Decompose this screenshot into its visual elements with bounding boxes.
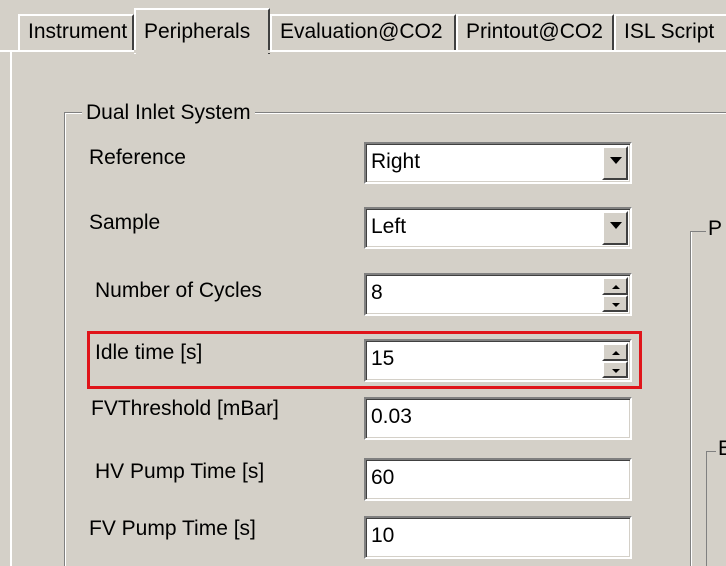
sample-label: Sample xyxy=(89,211,161,234)
highlight-box xyxy=(87,331,642,389)
cycles-spin-buttons xyxy=(602,277,628,312)
right-group-a-left-hl xyxy=(691,232,692,566)
tab-isl-script[interactable]: ISL Script xyxy=(614,14,726,50)
right-group-b-title: E xyxy=(716,437,726,461)
number-of-cycles-label: Number of Cycles xyxy=(95,279,262,302)
groupbox-left-highlight xyxy=(65,113,66,566)
hv-pump-time-label: HV Pump Time [s] xyxy=(95,460,265,483)
number-of-cycles-stepper[interactable]: 8 xyxy=(364,273,632,316)
right-group-b-left xyxy=(706,451,707,566)
tab-panel-top-edge xyxy=(0,50,726,52)
fv-pump-time-label: FV Pump Time [s] xyxy=(89,517,256,540)
active-tab-gap xyxy=(134,50,270,53)
chevron-down-icon xyxy=(610,157,622,164)
chevron-down-icon xyxy=(610,222,622,229)
cycles-decrement-button[interactable] xyxy=(602,294,628,312)
cycles-increment-button[interactable] xyxy=(602,277,628,295)
fv-pump-time-input[interactable]: 10 xyxy=(364,516,632,559)
hv-pump-time-input[interactable]: 60 xyxy=(364,458,632,501)
fv-threshold-label: FVThreshold [mBar] xyxy=(91,397,279,420)
tab-printout-co2[interactable]: Printout@CO2 xyxy=(456,14,614,50)
arrow-up-icon xyxy=(612,285,620,289)
tab-evaluation-co2[interactable]: Evaluation@CO2 xyxy=(270,14,456,50)
tab-panel-left-edge xyxy=(10,50,12,566)
tab-instrument[interactable]: Instrument xyxy=(18,14,134,50)
reference-label: Reference xyxy=(89,146,186,169)
groupbox-title: Dual Inlet System xyxy=(82,101,255,125)
sample-select[interactable]: Left xyxy=(364,207,632,249)
arrow-down-icon xyxy=(612,302,620,307)
tab-peripherals[interactable]: Peripherals xyxy=(134,8,270,54)
fv-threshold-input[interactable]: 0.03 xyxy=(364,397,632,440)
right-group-a-title: P xyxy=(706,217,725,241)
reference-select[interactable]: Right xyxy=(364,142,632,184)
sample-dropdown-button[interactable] xyxy=(602,211,628,245)
reference-dropdown-button[interactable] xyxy=(602,146,628,180)
